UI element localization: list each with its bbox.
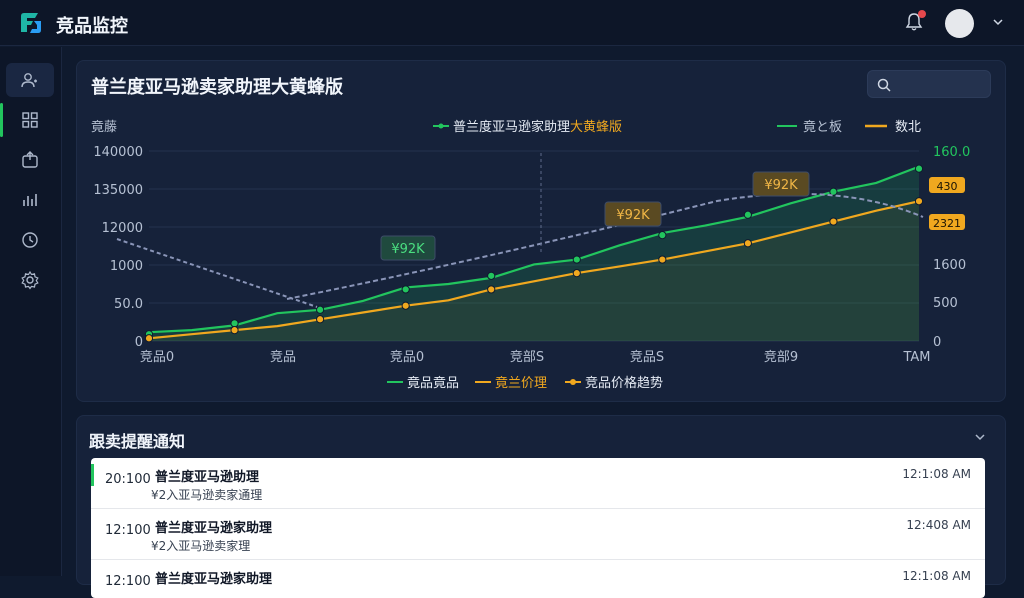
notification-row[interactable]: 20:100 普兰度亚马逊助理 ¥2入亚马逊卖家通理 12:1:08 AM	[91, 458, 985, 509]
chevron-down-icon[interactable]	[991, 15, 1005, 29]
notification-row[interactable]: 12:100 普兰度亚马逊家助理 12:1:08 AM	[91, 560, 985, 598]
data-point	[401, 285, 410, 294]
y-tick-label: 140000	[93, 145, 143, 160]
y-right-tick-label: 160.0	[933, 145, 970, 160]
chart-search[interactable]	[867, 70, 991, 98]
clock-icon	[22, 232, 38, 248]
notification-badge	[918, 10, 926, 18]
grid-icon	[22, 112, 38, 128]
y-right-tick-label: 1600	[933, 258, 966, 273]
x-tick-label: 竞品S	[630, 349, 664, 365]
data-point	[914, 197, 924, 206]
y-right-tick-label: 500	[933, 296, 958, 311]
value-annotation-label: ¥92K	[616, 208, 650, 223]
competitor-chart-panel: 140000 135000 12000 1000 50.0 0 160.0 1600 500 0 4…	[76, 60, 1006, 402]
x-tick-label: 竞部S	[510, 349, 544, 365]
legend-label: 普兰度亚马逊家助理大黄蜂版	[453, 119, 622, 135]
x-tick-label: TAM	[902, 350, 930, 365]
sidebar-item-dashboard[interactable]	[0, 103, 54, 137]
data-point	[829, 217, 838, 226]
y-right-tick-label: 0	[933, 335, 941, 350]
data-point	[658, 255, 667, 264]
sidebar	[0, 47, 62, 576]
sidebar-item-settings[interactable]	[6, 263, 54, 297]
app-logo-icon[interactable]	[18, 10, 44, 36]
legend-marker	[438, 123, 444, 129]
search-input[interactable]	[898, 75, 986, 95]
notification-desc: ¥2入亚马逊卖家通理	[151, 488, 263, 502]
avatar[interactable]	[945, 9, 974, 38]
notification-title-text: 普兰度亚马逊家助理	[155, 521, 273, 536]
export-icon	[22, 151, 38, 168]
data-point	[230, 319, 239, 328]
data-point	[230, 326, 239, 335]
x-tick-label: 竞品	[270, 349, 296, 365]
settings-icon	[21, 270, 39, 290]
value-badge-label: 2321	[933, 217, 961, 230]
sidebar-item-users[interactable]	[6, 63, 54, 97]
notification-title-text: 普兰度亚马逊家助理	[155, 572, 273, 587]
notification-row[interactable]: 12:100 普兰度亚马逊家助理 ¥2入亚马逊卖家理 12:408 AM	[91, 509, 985, 560]
data-point	[743, 210, 752, 219]
sidebar-item-history[interactable]	[6, 223, 54, 257]
y-tick-label: 50.0	[114, 297, 143, 312]
y-tick-label: 135000	[93, 183, 143, 198]
data-point	[316, 315, 325, 324]
legend-label: 竟品竟品	[407, 376, 459, 391]
notification-timestamp: 12:1:08 AM	[902, 569, 971, 583]
data-point	[914, 164, 924, 173]
y-axis-label: 竟藤	[91, 120, 117, 135]
data-point	[487, 285, 496, 294]
notification-time: 20:100	[105, 472, 151, 487]
y-tick-label: 0	[135, 335, 143, 350]
notification-title: 跟卖提醒通知	[89, 432, 186, 451]
notification-time: 12:100	[105, 574, 151, 589]
data-point	[401, 301, 410, 310]
search-icon	[877, 78, 891, 92]
legend-label: 竟と板	[803, 120, 842, 135]
notification-desc: ¥2入亚马逊卖家理	[151, 539, 251, 553]
notification-panel: 跟卖提醒通知 20:100 普兰度亚马逊助理 ¥2入亚马逊卖家通理 12:1:0…	[76, 415, 1006, 598]
notification-list: 20:100 普兰度亚马逊助理 ¥2入亚马逊卖家通理 12:1:08 AM 12…	[91, 458, 985, 598]
bar-chart-icon	[23, 194, 37, 206]
chart-panel-title: 普兰度亚马逊卖家助理大黄蜂版	[91, 77, 343, 98]
notification-title-text: 普兰度亚马逊助理	[155, 470, 260, 485]
sidebar-item-export[interactable]	[6, 143, 54, 177]
x-tick-label: 竞品0	[390, 349, 424, 365]
competitor-trend-chart: 140000 135000 12000 1000 50.0 0 160.0 1600 500 0 4…	[91, 119, 970, 391]
data-point	[658, 231, 667, 240]
data-point	[316, 305, 325, 314]
legend-marker	[570, 379, 576, 385]
legend-label: 竟兰价理	[495, 376, 547, 391]
value-badge-label: 430	[937, 180, 958, 193]
notification-timestamp: 12:408 AM	[906, 518, 971, 532]
data-point	[743, 239, 752, 248]
legend-label: 竞品价格趋势	[585, 375, 663, 391]
value-annotation-label: ¥92K	[764, 178, 798, 193]
sidebar-item-analytics[interactable]	[6, 183, 54, 217]
y-tick-label: 12000	[102, 221, 143, 236]
chevron-down-icon[interactable]	[973, 430, 987, 444]
legend-label: 数北	[895, 120, 921, 135]
trend-arrow	[116, 238, 318, 308]
data-point	[572, 269, 581, 278]
users-icon	[21, 73, 37, 88]
y-tick-label: 1000	[110, 259, 143, 274]
data-point	[572, 255, 581, 264]
x-tick-label: 竞部9	[764, 349, 798, 365]
data-point	[144, 334, 154, 343]
notification-timestamp: 12:1:08 AM	[902, 467, 971, 481]
data-point	[487, 271, 496, 280]
value-annotation-label: ¥92K	[391, 242, 425, 257]
x-tick-label: 竞品0	[140, 349, 174, 365]
top-bar: 竞品监控	[0, 0, 1024, 46]
notification-time: 12:100	[105, 523, 151, 538]
app-title: 竞品监控	[56, 16, 128, 37]
